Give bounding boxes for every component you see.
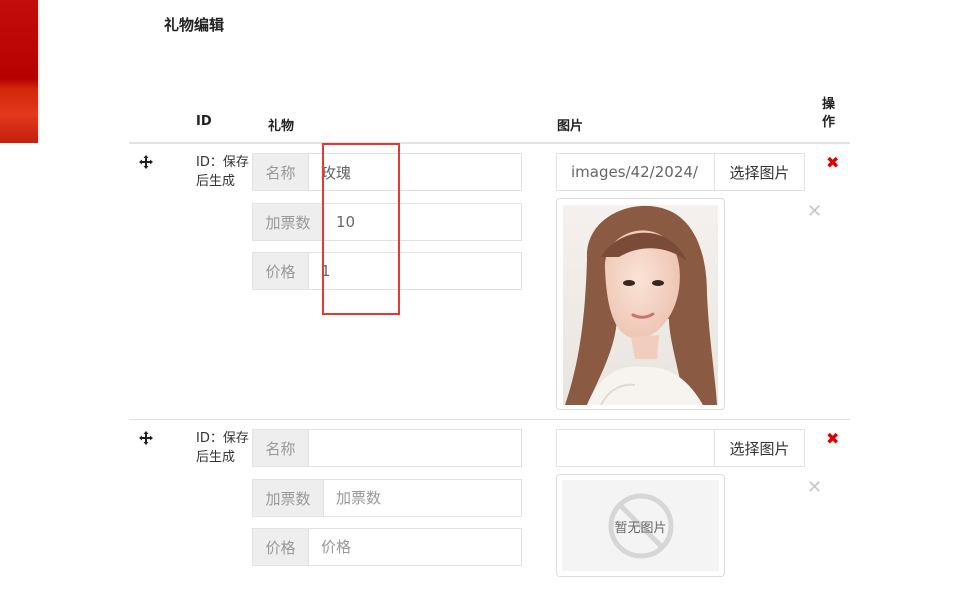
gift-name-input[interactable]	[309, 430, 521, 466]
column-header-id: ID	[196, 114, 212, 129]
price-input[interactable]	[309, 529, 521, 565]
remove-image-icon[interactable]: ✕	[807, 479, 822, 497]
price-label: 价格	[253, 529, 309, 565]
delete-x-icon[interactable]: ✖	[826, 155, 839, 171]
price-input-group: 价格	[252, 528, 522, 566]
header-divider	[129, 142, 850, 144]
remove-image-icon[interactable]: ✕	[807, 203, 822, 221]
image-path-input[interactable]	[556, 429, 714, 467]
column-header-action: 操作	[822, 97, 836, 130]
votes-input[interactable]	[324, 480, 521, 516]
move-arrows-icon[interactable]	[138, 430, 154, 446]
column-header-gift: 礼物	[268, 119, 295, 134]
price-label: 价格	[253, 253, 309, 289]
section-title: 礼物编辑	[164, 16, 225, 34]
gift-name-label: 名称	[253, 154, 309, 190]
votes-label: 加票数	[253, 480, 324, 516]
delete-x-icon[interactable]: ✖	[826, 431, 839, 447]
move-arrows-icon[interactable]	[138, 154, 154, 170]
row-id-text: ID：保存后生成	[196, 431, 249, 465]
row-divider	[129, 419, 850, 420]
row-id-text: ID：保存后生成	[196, 155, 249, 189]
image-path-input[interactable]	[556, 153, 714, 191]
image-preview: 暂无图片	[556, 474, 725, 577]
image-preview	[556, 198, 725, 410]
portrait-photo	[563, 205, 718, 406]
select-image-button[interactable]: 选择图片	[714, 153, 805, 191]
left-banner	[0, 0, 38, 143]
votes-input-group: 加票数	[252, 479, 522, 517]
no-image-placeholder: 暂无图片	[562, 480, 719, 571]
gift-name-label: 名称	[253, 430, 309, 466]
select-image-button[interactable]: 选择图片	[714, 429, 805, 467]
column-header-image: 图片	[557, 119, 584, 134]
image-picker-group: 选择图片	[556, 429, 805, 467]
left-divider	[38, 0, 40, 143]
gift-name-input-group: 名称	[252, 429, 522, 467]
highlight-annotation-box	[322, 143, 400, 315]
votes-label: 加票数	[253, 204, 324, 240]
image-picker-group: 选择图片	[556, 153, 805, 191]
no-image-text: 暂无图片	[614, 521, 667, 536]
